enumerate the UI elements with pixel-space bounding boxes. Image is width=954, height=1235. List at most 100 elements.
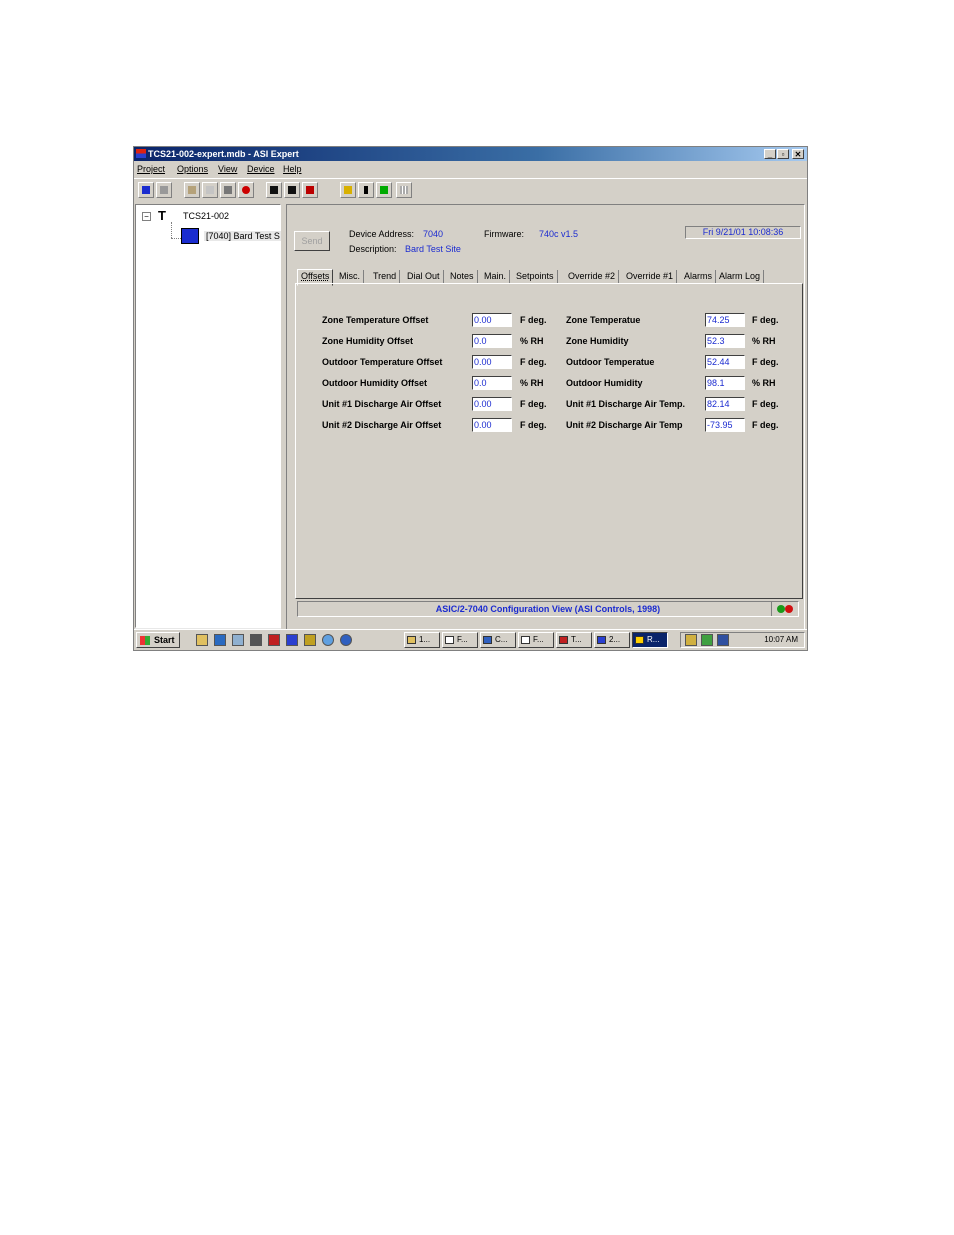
reading-unit: % RH: [752, 378, 776, 388]
save-icon[interactable]: [266, 182, 282, 198]
firmware-label: Firmware:: [484, 229, 524, 239]
task-icon: [445, 636, 454, 644]
task-label: 1...: [419, 635, 431, 644]
taskbar-task[interactable]: F...: [442, 632, 478, 648]
quicklaunch-desktop-icon[interactable]: [196, 634, 208, 646]
windows-logo-icon: [140, 636, 150, 645]
taskbar-task-active[interactable]: R...: [632, 632, 668, 648]
reading-value[interactable]: 74.25: [705, 313, 745, 327]
menu-project[interactable]: Project: [137, 164, 165, 174]
offset-label: Outdoor Temperature Offset: [322, 357, 443, 367]
tab-override-2[interactable]: Override #2: [565, 270, 620, 284]
quicklaunch-doc-icon[interactable]: [232, 634, 244, 646]
task-label: R...: [647, 635, 660, 644]
tray-network-icon[interactable]: [685, 634, 697, 646]
quicklaunch-word-icon[interactable]: [286, 634, 298, 646]
tab-main[interactable]: Main.: [481, 270, 511, 284]
tree-root-label[interactable]: TCS21-002: [183, 211, 229, 221]
task-label: F...: [533, 635, 544, 644]
offset-input[interactable]: 0.0: [472, 376, 512, 390]
green-icon[interactable]: [376, 182, 392, 198]
title-bar[interactable]: TCS21-002-expert.mdb - ASI Expert _ ▫ ✕: [134, 147, 807, 161]
save-all-icon[interactable]: [284, 182, 300, 198]
start-button[interactable]: Start: [136, 632, 180, 648]
reading-unit: F deg.: [752, 357, 779, 367]
quicklaunch-chart-icon[interactable]: [268, 634, 280, 646]
start-label: Start: [154, 635, 175, 645]
find-icon[interactable]: [220, 182, 236, 198]
menu-options[interactable]: Options: [177, 164, 208, 174]
reading-value[interactable]: 82.14: [705, 397, 745, 411]
tree-device-item[interactable]: [7040] Bard Test S: [204, 231, 282, 241]
cut-icon[interactable]: [184, 182, 200, 198]
window-title: TCS21-002-expert.mdb - ASI Expert: [148, 149, 299, 159]
taskbar-task[interactable]: 1...: [404, 632, 440, 648]
tab-misc[interactable]: Misc.: [336, 270, 364, 284]
maximize-button[interactable]: ▫: [777, 149, 789, 159]
tab-setpoints[interactable]: Setpoints: [513, 270, 558, 284]
reading-value[interactable]: -73.95: [705, 418, 745, 432]
taskbar-task[interactable]: T...: [556, 632, 592, 648]
tab-alarms[interactable]: Alarms: [681, 270, 717, 284]
copy-icon[interactable]: [202, 182, 218, 198]
tab-alarm-log[interactable]: Alarm Log: [716, 270, 765, 284]
taskbar-task[interactable]: C...: [480, 632, 516, 648]
offset-unit: F deg.: [520, 420, 547, 430]
offset-label: Zone Humidity Offset: [322, 336, 414, 346]
task-icon: [635, 636, 644, 644]
save-red-icon[interactable]: [302, 182, 318, 198]
new-icon[interactable]: [138, 182, 154, 198]
menu-view[interactable]: View: [218, 164, 237, 174]
menu-device[interactable]: Device: [247, 164, 275, 174]
stop-icon[interactable]: [238, 182, 254, 198]
status-bar: ASIC/2-7040 Configuration View (ASI Cont…: [297, 601, 799, 617]
reading-value[interactable]: 52.3: [705, 334, 745, 348]
offset-input[interactable]: 0.00: [472, 397, 512, 411]
device-address-value: 7040: [423, 229, 444, 239]
system-tray: 10:07 AM: [680, 632, 805, 648]
home-icon[interactable]: [340, 182, 356, 198]
offset-input[interactable]: 0.00: [472, 313, 512, 327]
offset-input[interactable]: 0.0: [472, 334, 512, 348]
quicklaunch-grid-icon[interactable]: [214, 634, 226, 646]
app-window: TCS21-002-expert.mdb - ASI Expert _ ▫ ✕ …: [133, 146, 808, 651]
reading-label: Unit #2 Discharge Air Temp: [566, 420, 683, 430]
offset-label: Unit #1 Discharge Air Offset: [322, 399, 442, 409]
tab-trend[interactable]: Trend: [370, 270, 401, 284]
grid-icon[interactable]: [396, 182, 412, 198]
menu-bar: Project Options View Device Help: [134, 162, 807, 176]
tray-volume-icon[interactable]: [701, 634, 713, 646]
tab-dial-out[interactable]: Dial Out: [404, 270, 444, 284]
minimize-button[interactable]: _: [764, 149, 776, 159]
taskbar: Start 1... F... C... F... T... 2... R...…: [134, 629, 807, 650]
reading-unit: % RH: [752, 336, 776, 346]
taskbar-task[interactable]: F...: [518, 632, 554, 648]
tree-expander[interactable]: −: [142, 212, 151, 221]
quicklaunch-outlook-icon[interactable]: [304, 634, 316, 646]
device-config-panel: Send Device Address: 7040 Firmware: 740c…: [286, 204, 805, 638]
offset-input[interactable]: 0.00: [472, 418, 512, 432]
menu-help[interactable]: Help: [283, 164, 302, 174]
quicklaunch-app-icon[interactable]: [250, 634, 262, 646]
close-button[interactable]: ✕: [792, 149, 804, 159]
reading-label: Outdoor Humidity: [566, 378, 643, 388]
quicklaunch-ie-icon[interactable]: [340, 634, 352, 646]
firmware-value: 740c v1.5: [539, 229, 579, 239]
reading-value[interactable]: 52.44: [705, 355, 745, 369]
ti-icon[interactable]: [358, 182, 374, 198]
offset-label: Unit #2 Discharge Air Offset: [322, 420, 442, 430]
red-led-icon: [785, 605, 793, 613]
taskbar-task[interactable]: 2...: [594, 632, 630, 648]
device-datetime: Fri 9/21/01 10:08:36: [685, 226, 801, 239]
reading-value[interactable]: 98.1: [705, 376, 745, 390]
send-button[interactable]: Send: [294, 231, 330, 251]
tab-notes[interactable]: Notes: [447, 270, 478, 284]
print-icon[interactable]: [156, 182, 172, 198]
quicklaunch-globe-icon[interactable]: [322, 634, 334, 646]
tray-app-icon[interactable]: [717, 634, 729, 646]
reading-unit: F deg.: [752, 420, 779, 430]
offset-input[interactable]: 0.00: [472, 355, 512, 369]
offset-label: Zone Temperature Offset: [322, 315, 429, 325]
taskbar-clock: 10:07 AM: [764, 635, 798, 644]
tab-override-1[interactable]: Override #1: [623, 270, 678, 284]
